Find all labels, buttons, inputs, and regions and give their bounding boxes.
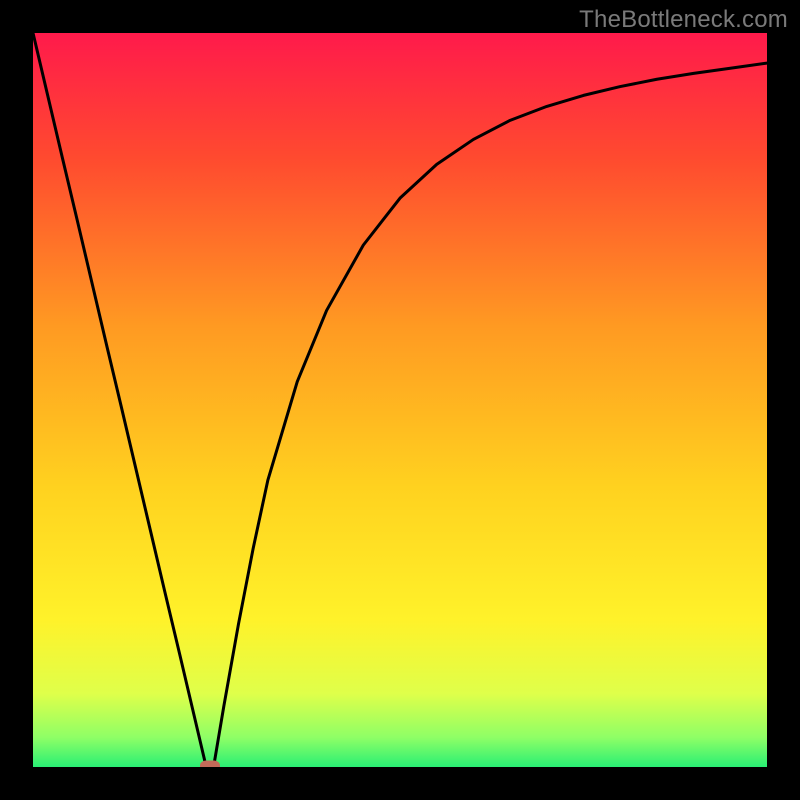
plot-area (33, 33, 767, 767)
optimal-point-marker (200, 760, 220, 767)
watermark-text: TheBottleneck.com (579, 6, 788, 34)
chart-frame: TheBottleneck.com (0, 0, 800, 800)
plot-svg (33, 33, 767, 767)
gradient-background (33, 33, 767, 767)
